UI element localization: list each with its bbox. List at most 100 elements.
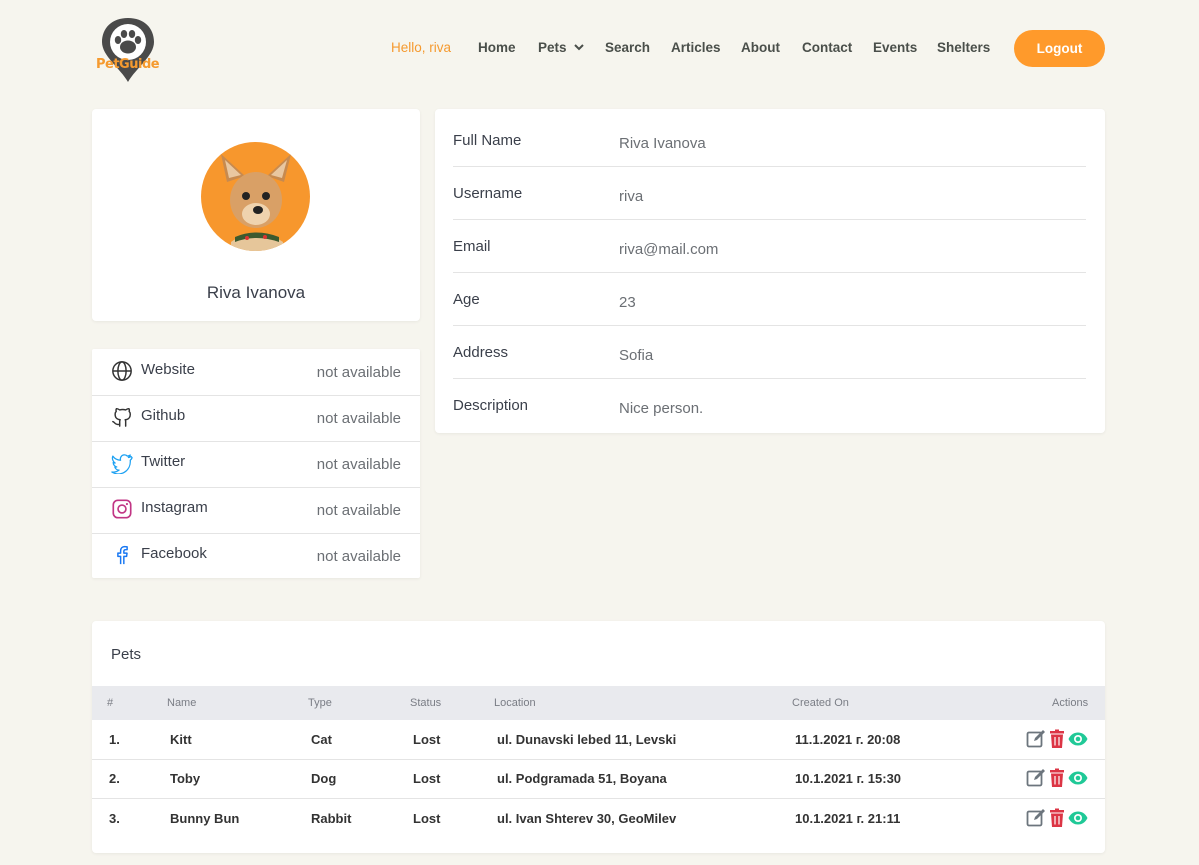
info-value: Nice person. (619, 400, 704, 417)
cell-type: Rabbit (311, 811, 352, 826)
info-label: Age (453, 291, 480, 308)
info-value: Riva Ivanova (619, 135, 706, 152)
info-label: Description (453, 397, 529, 414)
table-header: # Name Type Status Location Created On A… (92, 686, 1105, 720)
info-row-email: Email riva@mail.com (453, 219, 1086, 273)
social-label: Github (141, 407, 186, 424)
column-header-number: # (107, 697, 114, 709)
avatar (201, 142, 310, 251)
edit-icon[interactable] (1026, 808, 1046, 828)
edit-icon[interactable] (1026, 768, 1046, 788)
social-row-github: Github not available (92, 395, 420, 442)
nav-pets-dropdown[interactable]: Pets (538, 40, 585, 55)
edit-icon[interactable] (1026, 729, 1046, 749)
column-header-location: Location (494, 697, 536, 709)
cell-name: Bunny Bun (170, 811, 240, 826)
cell-number: 3. (109, 811, 120, 826)
nav-home[interactable]: Home (478, 40, 516, 55)
info-value: riva (619, 188, 644, 205)
twitter-icon (111, 454, 133, 474)
view-icon[interactable] (1068, 808, 1088, 828)
cell-type: Cat (311, 732, 332, 747)
pets-card: Pets # Name Type Status Location Created… (92, 621, 1105, 853)
cell-number: 1. (109, 732, 120, 747)
chevron-down-icon (574, 44, 585, 51)
nav-about[interactable]: About (741, 40, 780, 55)
info-label: Username (453, 185, 523, 202)
info-label: Address (453, 344, 509, 361)
table-row: 3. Bunny Bun Rabbit Lost ul. Ivan Shtere… (92, 799, 1105, 838)
dog-avatar-icon (221, 154, 291, 251)
cell-name: Kitt (170, 732, 192, 747)
nav-search[interactable]: Search (605, 40, 650, 55)
social-links-card: Website not available Github not availab… (92, 349, 420, 578)
logout-button[interactable]: Logout (1014, 30, 1105, 67)
user-info-card: Full Name Riva Ivanova Username riva Ema… (435, 109, 1105, 433)
profile-name: Riva Ivanova (206, 283, 306, 302)
cell-number: 2. (109, 771, 120, 786)
view-icon[interactable] (1068, 729, 1088, 749)
cell-created-on: 10.1.2021 г. 15:30 (795, 771, 902, 786)
social-row-facebook: Facebook not available (92, 533, 420, 579)
header: PetGuide Hello, riva Home Pets Search Ar… (0, 0, 1199, 98)
social-value: not available (316, 548, 401, 565)
cell-name: Toby (170, 771, 201, 786)
social-row-website: Website not available (92, 349, 420, 396)
column-header-created-on: Created On (792, 697, 849, 709)
row-actions (1026, 768, 1090, 788)
cell-status: Lost (413, 732, 441, 747)
social-label: Website (141, 361, 195, 378)
pets-title: Pets (111, 646, 142, 663)
social-label: Facebook (141, 545, 207, 562)
info-value: riva@mail.com (619, 241, 719, 258)
nav-articles[interactable]: Articles (671, 40, 721, 55)
nav-shelters[interactable]: Shelters (937, 40, 990, 55)
info-label: Full Name (453, 132, 522, 149)
delete-icon[interactable] (1047, 729, 1067, 749)
social-value: not available (316, 364, 401, 381)
cell-status: Lost (413, 771, 441, 786)
social-value: not available (316, 456, 401, 473)
github-icon (112, 407, 131, 427)
info-row-full-name: Full Name Riva Ivanova (453, 113, 1086, 167)
info-row-username: Username riva (453, 166, 1086, 220)
social-label: Instagram (141, 499, 208, 516)
facebook-icon (117, 545, 128, 565)
info-value: 23 (619, 294, 636, 311)
column-header-status: Status (410, 697, 442, 709)
profile-card: Riva Ivanova (92, 109, 420, 321)
column-header-type: Type (308, 697, 332, 709)
row-actions (1026, 808, 1090, 828)
delete-icon[interactable] (1047, 808, 1067, 828)
info-value: Sofia (619, 347, 654, 364)
social-row-instagram: Instagram not available (92, 487, 420, 534)
cell-type: Dog (311, 771, 337, 786)
info-label: Email (453, 238, 491, 255)
table-row: 2. Toby Dog Lost ul. Podgramada 51, Boya… (92, 759, 1105, 799)
nav-pets-label: Pets (538, 40, 567, 55)
nav-contact[interactable]: Contact (802, 40, 852, 55)
cell-location: ul. Podgramada 51, Boyana (497, 771, 667, 786)
row-actions (1026, 729, 1090, 749)
nav-events[interactable]: Events (873, 40, 917, 55)
delete-icon[interactable] (1047, 768, 1067, 788)
info-row-description: Description Nice person. (453, 378, 1086, 431)
view-icon[interactable] (1068, 768, 1088, 788)
instagram-icon (112, 499, 132, 519)
cell-created-on: 10.1.2021 г. 21:11 (795, 811, 901, 826)
info-row-age: Age 23 (453, 272, 1086, 326)
social-value: not available (316, 502, 401, 519)
cell-created-on: 11.1.2021 г. 20:08 (795, 732, 901, 747)
social-label: Twitter (141, 453, 186, 470)
table-row: 1. Kitt Cat Lost ul. Dunavski lebed 11, … (92, 720, 1105, 760)
globe-icon (112, 361, 132, 381)
info-row-address: Address Sofia (453, 325, 1086, 379)
cell-location: ul. Dunavski lebed 11, Levski (497, 732, 677, 747)
cell-location: ul. Ivan Shterev 30, GeoMilev (497, 811, 677, 826)
column-header-name: Name (167, 697, 197, 709)
column-header-actions: Actions (1052, 697, 1089, 709)
nav-hello-user[interactable]: Hello, riva (391, 40, 451, 55)
social-value: not available (316, 410, 401, 427)
social-row-twitter: Twitter not available (92, 441, 420, 488)
cell-status: Lost (413, 811, 441, 826)
